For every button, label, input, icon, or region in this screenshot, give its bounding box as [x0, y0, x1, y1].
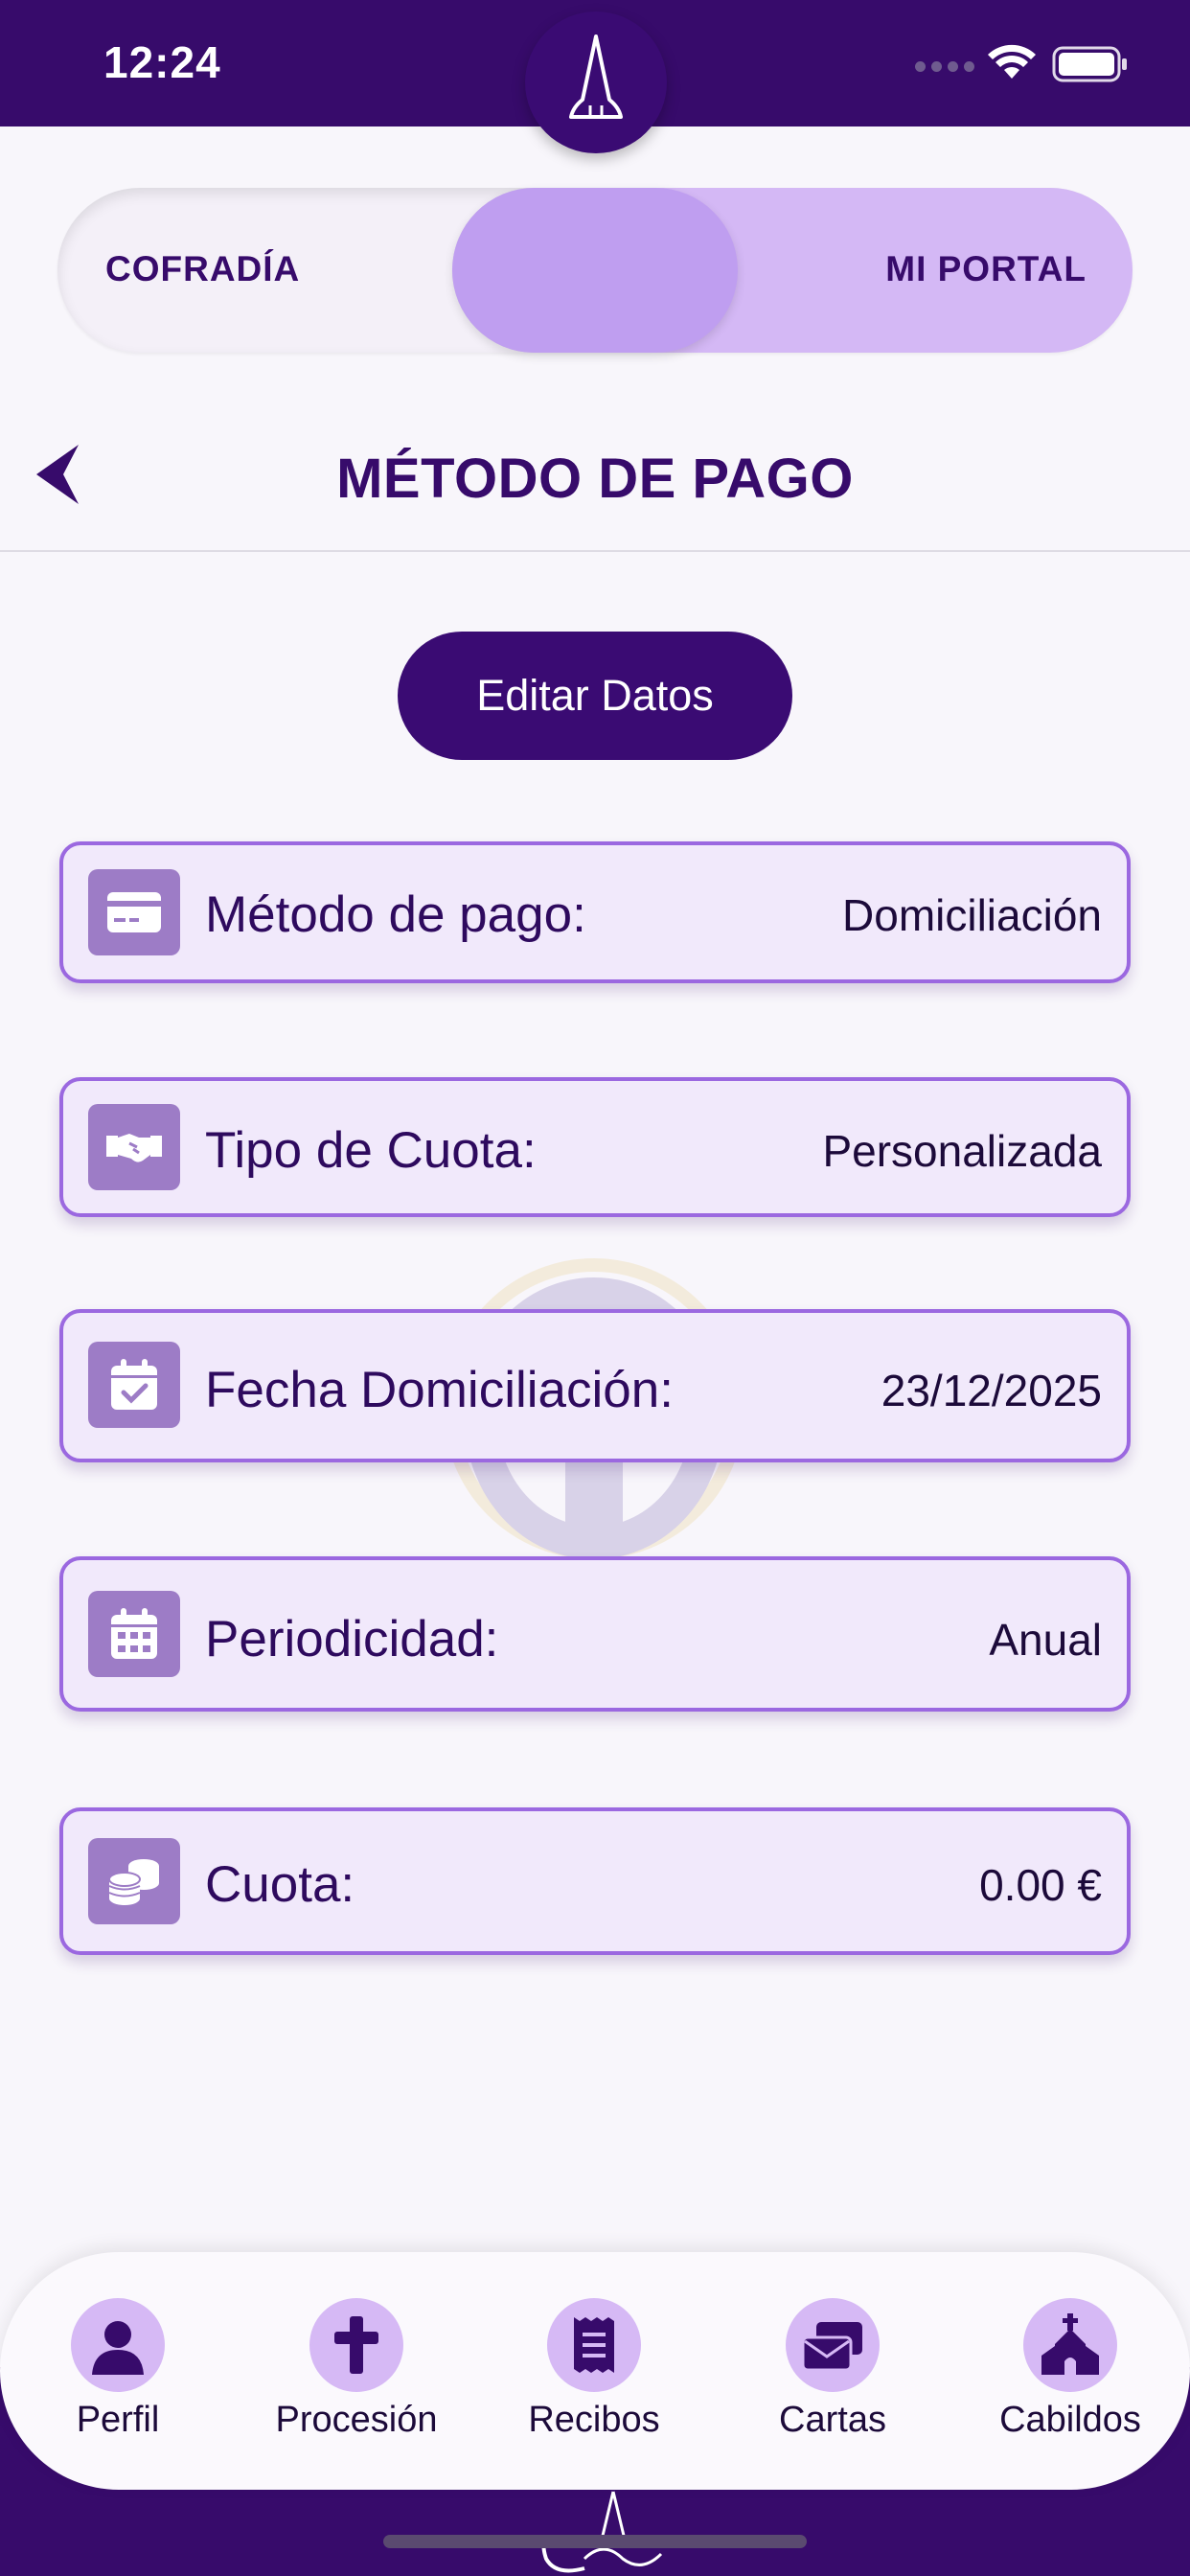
- receipt-icon: [547, 2298, 641, 2392]
- app-logo: [541, 2491, 663, 2573]
- field-value: Anual: [989, 1615, 1102, 1665]
- home-indicator[interactable]: [383, 2535, 807, 2548]
- nav-label: Procesión: [275, 2400, 438, 2440]
- calendar-check-icon: [88, 1342, 180, 1428]
- nav-label: Perfil: [76, 2400, 160, 2440]
- page-title: MÉTODO DE PAGO: [336, 448, 854, 510]
- cellular-signal-icon: [915, 61, 974, 72]
- battery-icon: [1052, 46, 1127, 82]
- user-icon: [71, 2298, 165, 2392]
- cross-icon: [309, 2298, 403, 2392]
- nav-label: Cartas: [779, 2400, 886, 2440]
- nav-item-cabildos[interactable]: Cabildos: [974, 2298, 1166, 2441]
- field-card-fee: Cuota: 0.00 €: [59, 1807, 1131, 1955]
- calendar-icon: [88, 1591, 180, 1677]
- field-label: Tipo de Cuota:: [205, 1122, 537, 1179]
- handshake-icon: [88, 1104, 180, 1190]
- field-card-fee-type: Tipo de Cuota: Personalizada: [59, 1077, 1131, 1217]
- field-card-payment-method: Método de pago: Domiciliación: [59, 841, 1131, 983]
- field-value: Personalizada: [822, 1126, 1102, 1176]
- wifi-icon: [988, 44, 1036, 79]
- field-value: 23/12/2025: [881, 1366, 1102, 1415]
- letters-icon: [786, 2298, 880, 2392]
- field-label: Periodicidad:: [205, 1611, 499, 1668]
- chapel-icon: [1023, 2298, 1117, 2392]
- field-value: Domiciliación: [842, 890, 1102, 940]
- field-label: Método de pago:: [205, 886, 586, 943]
- nav-item-cartas[interactable]: Cartas: [737, 2298, 928, 2441]
- field-value: 0.00 €: [979, 1860, 1102, 1910]
- toggle-option-cofradia[interactable]: COFRADÍA: [105, 249, 300, 289]
- status-time: 12:24: [103, 37, 221, 87]
- nav-item-perfil[interactable]: Perfil: [22, 2298, 214, 2441]
- field-label: Fecha Domiciliación:: [205, 1362, 674, 1418]
- nav-label: Cabildos: [999, 2400, 1141, 2440]
- nav-item-recibos[interactable]: Recibos: [498, 2298, 690, 2441]
- coins-icon: [88, 1838, 180, 1924]
- edit-data-button[interactable]: Editar Datos: [398, 632, 792, 760]
- nazareno-hood-icon: [569, 34, 623, 119]
- header-divider: [0, 550, 1190, 552]
- toggle-thumb-halo: [452, 188, 738, 353]
- nav-item-procesion[interactable]: Procesión: [261, 2298, 452, 2441]
- field-card-debit-date: Fecha Domiciliación: 23/12/2025: [59, 1309, 1131, 1462]
- nav-label: Recibos: [528, 2400, 660, 2440]
- toggle-thumb[interactable]: [525, 12, 667, 153]
- field-label: Cuota:: [205, 1856, 355, 1913]
- field-card-periodicity: Periodicidad: Anual: [59, 1556, 1131, 1712]
- toggle-option-mi-portal[interactable]: MI PORTAL: [885, 249, 1087, 289]
- credit-card-icon: [88, 869, 180, 955]
- portal-toggle[interactable]: COFRADÍA MI PORTAL: [57, 188, 1133, 353]
